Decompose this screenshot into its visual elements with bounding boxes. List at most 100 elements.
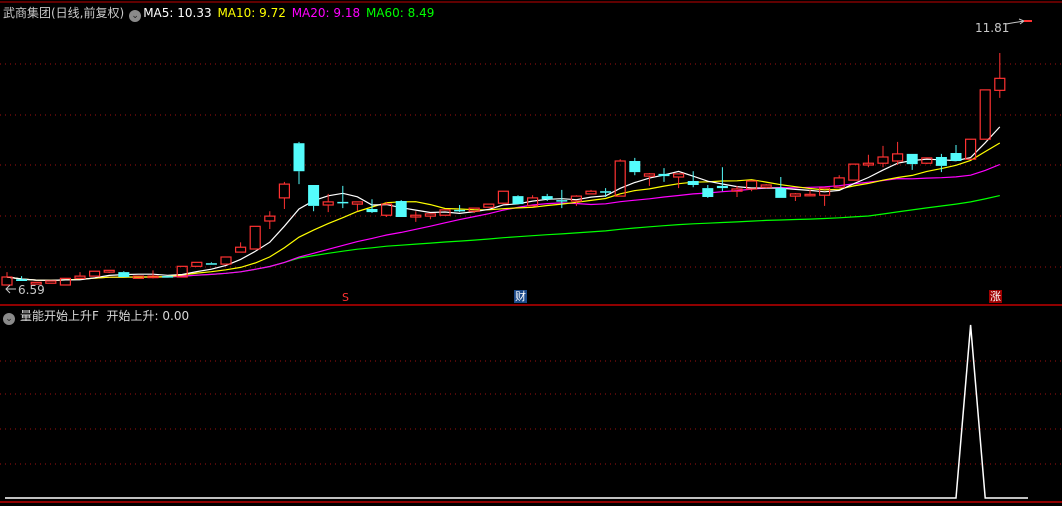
signal-marker-s[interactable]: S (341, 291, 350, 304)
candle (410, 211, 422, 222)
candle-body (293, 143, 305, 172)
candle (687, 171, 699, 188)
candle (395, 200, 407, 217)
ma20-value: MA20: 9.18 (291, 6, 361, 20)
candle-body (497, 190, 509, 204)
candle (103, 269, 115, 273)
candle (293, 141, 305, 185)
candle (731, 185, 743, 197)
candle-body (249, 225, 261, 250)
candle-body (862, 162, 875, 166)
candle-body (45, 280, 57, 284)
candle-body (220, 256, 232, 265)
candle-body (789, 193, 802, 197)
stock-title: 武商集团(日线,前复权) (3, 6, 125, 20)
candle-body (74, 275, 86, 279)
candle (278, 181, 290, 209)
chevron-down-icon[interactable]: ⌄ (129, 10, 142, 22)
candle (906, 153, 918, 170)
candle (497, 190, 509, 204)
candle (702, 185, 714, 198)
candle (249, 225, 261, 250)
candle-body (585, 190, 597, 195)
candle-body (235, 246, 247, 253)
grid-lines (0, 63, 1062, 465)
candle (424, 213, 436, 220)
candle-body (600, 191, 612, 193)
candle (235, 242, 247, 253)
candle (381, 201, 393, 217)
candle (512, 195, 524, 205)
candle-body (88, 270, 101, 277)
candle-body (424, 213, 436, 217)
candle (818, 187, 831, 206)
candle-body (658, 173, 670, 177)
candle (205, 262, 217, 265)
candle (672, 173, 685, 189)
finance-marker[interactable]: 财 (514, 290, 527, 303)
candle-body (103, 269, 115, 273)
candle-body (337, 201, 349, 204)
candle (45, 280, 57, 284)
candle-body (264, 215, 276, 222)
candle (994, 53, 1006, 98)
candle-body (877, 156, 889, 164)
candle-body (118, 272, 130, 277)
candle (191, 261, 203, 267)
candle-body (16, 279, 28, 281)
candle (585, 189, 597, 195)
candle-body (395, 201, 407, 217)
candle-body (454, 209, 466, 212)
low-price-label: 6.59 (18, 283, 45, 297)
candle (891, 141, 904, 165)
candle (162, 276, 174, 278)
candle-body (541, 196, 553, 200)
limit-up-marker[interactable]: 涨 (989, 290, 1002, 303)
ma5-value: MA5: 10.33 (143, 6, 212, 20)
candle-body (775, 188, 787, 198)
candle (848, 163, 860, 181)
high-price-pointer (1005, 18, 1032, 25)
low-price-pointer (5, 284, 16, 294)
candle-body (950, 153, 962, 161)
candle-body (512, 196, 524, 205)
candle (877, 145, 889, 168)
indicator-name: 量能开始上升F (20, 309, 99, 323)
candle-body (994, 77, 1006, 91)
candle (220, 256, 232, 265)
candle-body (629, 161, 641, 173)
candle-body (322, 201, 334, 206)
candle (88, 270, 101, 277)
candle (716, 167, 728, 192)
candle-body (760, 184, 772, 188)
main-chart-header: 武商集团(日线,前复权) ⌄ MA5: 10.33 MA10: 9.72 MA20:… (3, 4, 436, 22)
candle-body (278, 183, 290, 199)
candle (118, 271, 130, 277)
candle (862, 154, 875, 168)
indicator-line (5, 324, 1028, 499)
candle-body (687, 181, 699, 185)
candle (629, 157, 641, 176)
candle-body (906, 153, 918, 165)
candle-body (702, 188, 714, 197)
candle (950, 145, 962, 161)
candle-body (848, 163, 860, 181)
candle (658, 168, 670, 182)
candle-body (1, 276, 13, 286)
kline-chart[interactable] (0, 0, 1062, 506)
candle-body (935, 157, 947, 166)
candle (308, 185, 320, 212)
candle (483, 203, 495, 208)
candle-body (964, 138, 977, 160)
candle-body (643, 173, 656, 177)
chevron-down-icon[interactable]: ⌄ (3, 313, 15, 325)
candle (964, 138, 977, 160)
candlesticks (1, 53, 1006, 286)
indicator-header: ⌄ 量能开始上升F 开始上升: 0.00 (3, 307, 189, 325)
candle-body (205, 263, 217, 265)
ma60-value: MA60: 8.49 (365, 6, 435, 20)
ma10-value: MA10: 9.72 (217, 6, 286, 20)
candle-body (672, 173, 685, 178)
candle (789, 193, 802, 201)
candle (264, 211, 276, 229)
